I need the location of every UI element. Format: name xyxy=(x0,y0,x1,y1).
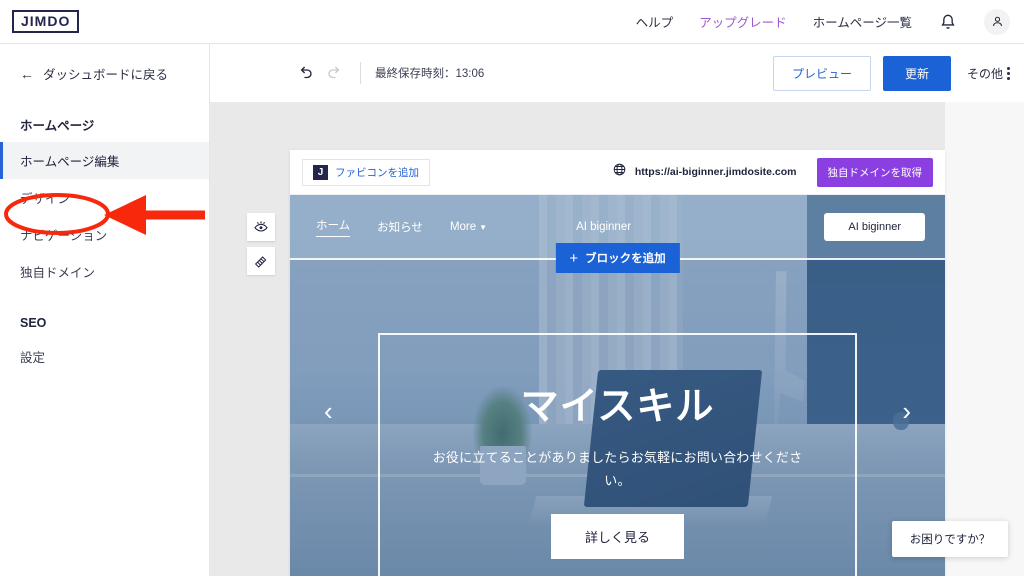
site-url[interactable]: https://ai-biginner.jimdosite.com xyxy=(635,166,797,178)
bell-icon[interactable] xyxy=(938,12,958,32)
site-nav-more[interactable]: More ▼ xyxy=(450,221,487,233)
add-favicon-button[interactable]: J ファビコンを追加 xyxy=(302,158,430,186)
help-chat-bubble[interactable]: お困りですか？ xyxy=(892,521,1008,557)
sidebar-item-custom-domain[interactable]: 独自ドメイン xyxy=(0,253,209,290)
editor-canvas: 最終保存時刻：13:06 プレビュー 更新 その他 J ファビコンを追加 htt… xyxy=(210,44,1024,576)
toolbar-actions: プレビュー 更新 その他 xyxy=(772,55,1024,91)
sidebar-item-design[interactable]: デザイン xyxy=(0,179,209,216)
stage-right-gutter xyxy=(945,102,1024,576)
site-nav-home[interactable]: ホーム xyxy=(316,217,351,237)
user-avatar-icon[interactable] xyxy=(984,8,1010,35)
get-custom-domain-button[interactable]: 独自ドメインを取得 xyxy=(816,157,933,187)
site-hero: ホーム お知らせ More ▼ AI biginner AI biginner +… xyxy=(290,195,945,576)
hero-subtitle: お役に立てることがありましたらお気軽にお問い合わせください。 xyxy=(432,449,803,488)
sidebar-item-label: 設定 xyxy=(20,351,46,365)
jimdo-logo[interactable]: JIMDO xyxy=(12,10,80,33)
site-preview-card: J ファビコンを追加 https://ai-biginner.jimdosite… xyxy=(290,150,945,576)
eye-icon[interactable] xyxy=(247,213,275,241)
carousel-next-icon[interactable]: › xyxy=(902,396,911,427)
back-to-dashboard-link[interactable]: ← ダッシュボードに戻る xyxy=(0,58,209,89)
editor-toolbar: 最終保存時刻：13:06 プレビュー 更新 その他 xyxy=(210,44,1024,102)
arrow-left-icon: ← xyxy=(20,65,34,82)
more-menu-label: その他 xyxy=(966,66,1003,81)
nav-homepage-list[interactable]: ホームページ一覧 xyxy=(813,12,912,31)
sidebar-item-label: ホームページ編集 xyxy=(20,155,120,169)
plus-icon: + xyxy=(569,249,579,267)
sidebar-section-seo: SEO xyxy=(20,316,47,330)
sidebar: ← ダッシュボードに戻る ホームページ ホームページ編集 デザイン ナビゲーショ… xyxy=(0,44,210,576)
site-url-group: https://ai-biginner.jimdosite.com 独自ドメイン… xyxy=(612,157,933,187)
preview-stage: J ファビコンを追加 https://ai-biginner.jimdosite… xyxy=(210,102,1024,576)
kebab-icon xyxy=(1007,66,1010,80)
hero-content-frame: マイスキル お役に立てることがありましたらお気軽にお問い合わせください。 詳しく… xyxy=(378,333,857,576)
undo-icon[interactable] xyxy=(290,58,320,88)
preview-button[interactable]: プレビュー xyxy=(772,55,871,91)
add-block-button[interactable]: + ブロックを追加 xyxy=(555,243,680,273)
top-nav: ヘルプ アップグレード ホームページ一覧 xyxy=(636,8,1024,35)
update-button[interactable]: 更新 xyxy=(882,55,951,91)
toolbar-divider xyxy=(360,62,361,84)
carousel-prev-icon[interactable]: ‹ xyxy=(324,396,333,427)
hero-title: マイスキル xyxy=(520,386,715,428)
sidebar-item-label: 独自ドメイン xyxy=(20,266,96,280)
favicon-badge: J xyxy=(313,164,328,180)
nav-upgrade[interactable]: アップグレード xyxy=(699,12,787,31)
preview-browser-bar: J ファビコンを追加 https://ai-biginner.jimdosite… xyxy=(290,150,945,195)
more-menu-button[interactable]: その他 xyxy=(967,65,1010,82)
sidebar-section-homepage: ホームページ xyxy=(20,119,95,133)
chevron-down-icon: ▼ xyxy=(479,222,488,232)
site-header-button[interactable]: AI biginner xyxy=(824,212,925,241)
redo-icon[interactable] xyxy=(320,58,350,88)
sidebar-item-homepage-edit[interactable]: ホームページ編集 xyxy=(0,142,209,179)
back-to-dashboard-label: ダッシュボードに戻る xyxy=(43,68,169,82)
jimdo-editor-app: JIMDO ヘルプ アップグレード ホームページ一覧 ← ダッシュボードに戻る … xyxy=(0,0,1024,576)
nav-help[interactable]: ヘルプ xyxy=(636,12,674,31)
site-nav-news[interactable]: お知らせ xyxy=(377,219,423,235)
add-favicon-label: ファビコンを追加 xyxy=(335,166,419,179)
add-block-label: ブロックを追加 xyxy=(585,253,666,265)
sidebar-item-label: ナビゲーション xyxy=(20,229,108,243)
site-title: AI biginner xyxy=(576,220,632,233)
sidebar-item-navigation[interactable]: ナビゲーション xyxy=(0,216,209,253)
sidebar-item-settings[interactable]: 設定 xyxy=(0,338,209,375)
top-bar: JIMDO ヘルプ アップグレード ホームページ一覧 xyxy=(0,0,1024,44)
stage-side-tools xyxy=(247,213,275,275)
last-saved-label: 最終保存時刻：13:06 xyxy=(375,68,485,80)
hero-cta-button[interactable]: 詳しく見る xyxy=(550,514,684,560)
palette-icon[interactable] xyxy=(247,247,275,275)
hero-content: マイスキル お役に立てることがありましたらお気軽にお問い合わせください。 詳しく… xyxy=(380,386,855,560)
globe-icon xyxy=(612,162,627,182)
sidebar-item-label: デザイン xyxy=(20,192,71,206)
